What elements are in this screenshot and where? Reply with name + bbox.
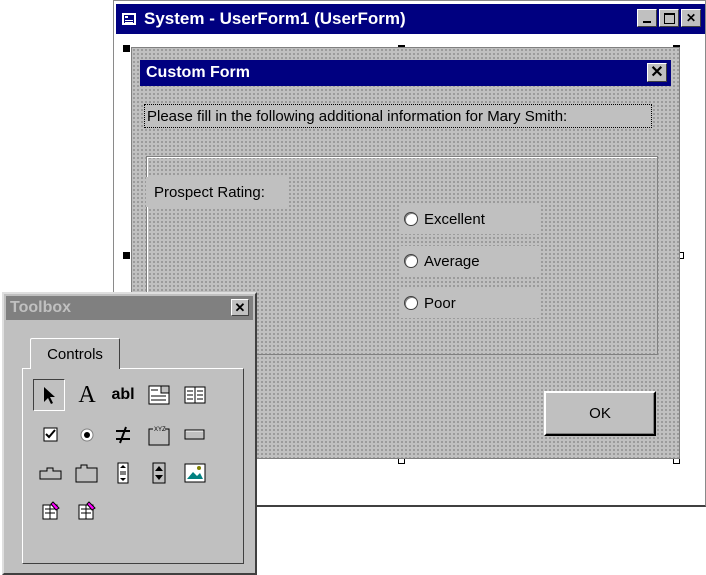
toolbox-window: Toolbox ✕ Controls A abl XYZ: [2, 292, 257, 575]
toolbox-close-button[interactable]: ✕: [231, 299, 249, 316]
tabstrip-tool[interactable]: [35, 457, 67, 489]
prospect-rating-label[interactable]: Prospect Rating:: [146, 177, 289, 207]
combobox-icon: [148, 385, 170, 405]
minimize-button[interactable]: [637, 9, 657, 27]
resize-handle[interactable]: [123, 45, 130, 52]
radio-icon: [404, 296, 418, 310]
scrollbar-icon: [117, 462, 129, 484]
tabstrip-icon: [39, 467, 62, 480]
multipage-icon: [75, 464, 98, 483]
optionbutton-icon: [80, 428, 94, 442]
form-title: Custom Form: [146, 64, 250, 81]
option-excellent[interactable]: Excellent: [400, 204, 540, 234]
custom-control-tool[interactable]: [71, 495, 103, 527]
form-close-button[interactable]: ✕: [647, 63, 667, 82]
option-label: Average: [424, 252, 480, 270]
frame-icon: XYZ: [148, 425, 170, 446]
optionbutton-tool[interactable]: [71, 419, 103, 451]
refedit-tool[interactable]: [35, 495, 67, 527]
option-average[interactable]: Average: [400, 246, 540, 276]
radio-icon: [404, 212, 418, 226]
form-window-icon: [122, 13, 136, 25]
pointer-icon: [44, 387, 55, 404]
custom-control-icon: [78, 501, 96, 520]
svg-text:XYZ: XYZ: [154, 427, 166, 433]
label-tool[interactable]: A: [71, 379, 103, 411]
intro-label[interactable]: Please fill in the following additional …: [144, 104, 652, 128]
toolbox-titlebar[interactable]: Toolbox ✕: [6, 296, 253, 320]
togglebutton-tool[interactable]: [107, 419, 139, 451]
textbox-icon: abl: [111, 386, 135, 403]
image-icon: [184, 463, 206, 483]
frame-tool[interactable]: XYZ: [143, 419, 175, 451]
listbox-tool[interactable]: [179, 379, 211, 411]
refedit-icon: [42, 501, 60, 520]
tab-controls[interactable]: Controls: [30, 338, 120, 369]
label-icon: A: [78, 381, 96, 408]
resize-handle[interactable]: [123, 252, 130, 259]
option-label: Poor: [424, 294, 456, 312]
close-button[interactable]: ✕: [681, 9, 701, 27]
ok-button[interactable]: OK: [544, 391, 656, 436]
checkbox-icon: [43, 427, 58, 442]
listbox-icon: [184, 386, 206, 404]
pointer-tool[interactable]: [33, 379, 65, 411]
textbox-tool[interactable]: abl: [107, 379, 139, 411]
commandbutton-icon: [184, 429, 205, 440]
spinbutton-tool[interactable]: [143, 457, 175, 489]
option-poor[interactable]: Poor: [400, 288, 540, 318]
option-label: Excellent: [424, 210, 485, 228]
commandbutton-tool[interactable]: [179, 419, 211, 451]
togglebutton-icon: [116, 426, 130, 444]
image-tool[interactable]: [179, 457, 211, 489]
combobox-tool[interactable]: [143, 379, 175, 411]
toolbox-title: Toolbox: [10, 299, 72, 316]
controls-panel: A abl XYZ: [22, 368, 244, 564]
spinbutton-icon: [152, 462, 166, 484]
designer-titlebar[interactable]: System - UserForm1 (UserForm) ✕: [116, 4, 705, 34]
radio-icon: [404, 254, 418, 268]
scrollbar-tool[interactable]: [107, 457, 139, 489]
designer-title: System - UserForm1 (UserForm): [144, 9, 406, 28]
checkbox-tool[interactable]: [35, 419, 67, 451]
maximize-button[interactable]: [659, 9, 679, 27]
multipage-tool[interactable]: [71, 457, 103, 489]
form-titlebar: Custom Form ✕: [140, 60, 671, 86]
